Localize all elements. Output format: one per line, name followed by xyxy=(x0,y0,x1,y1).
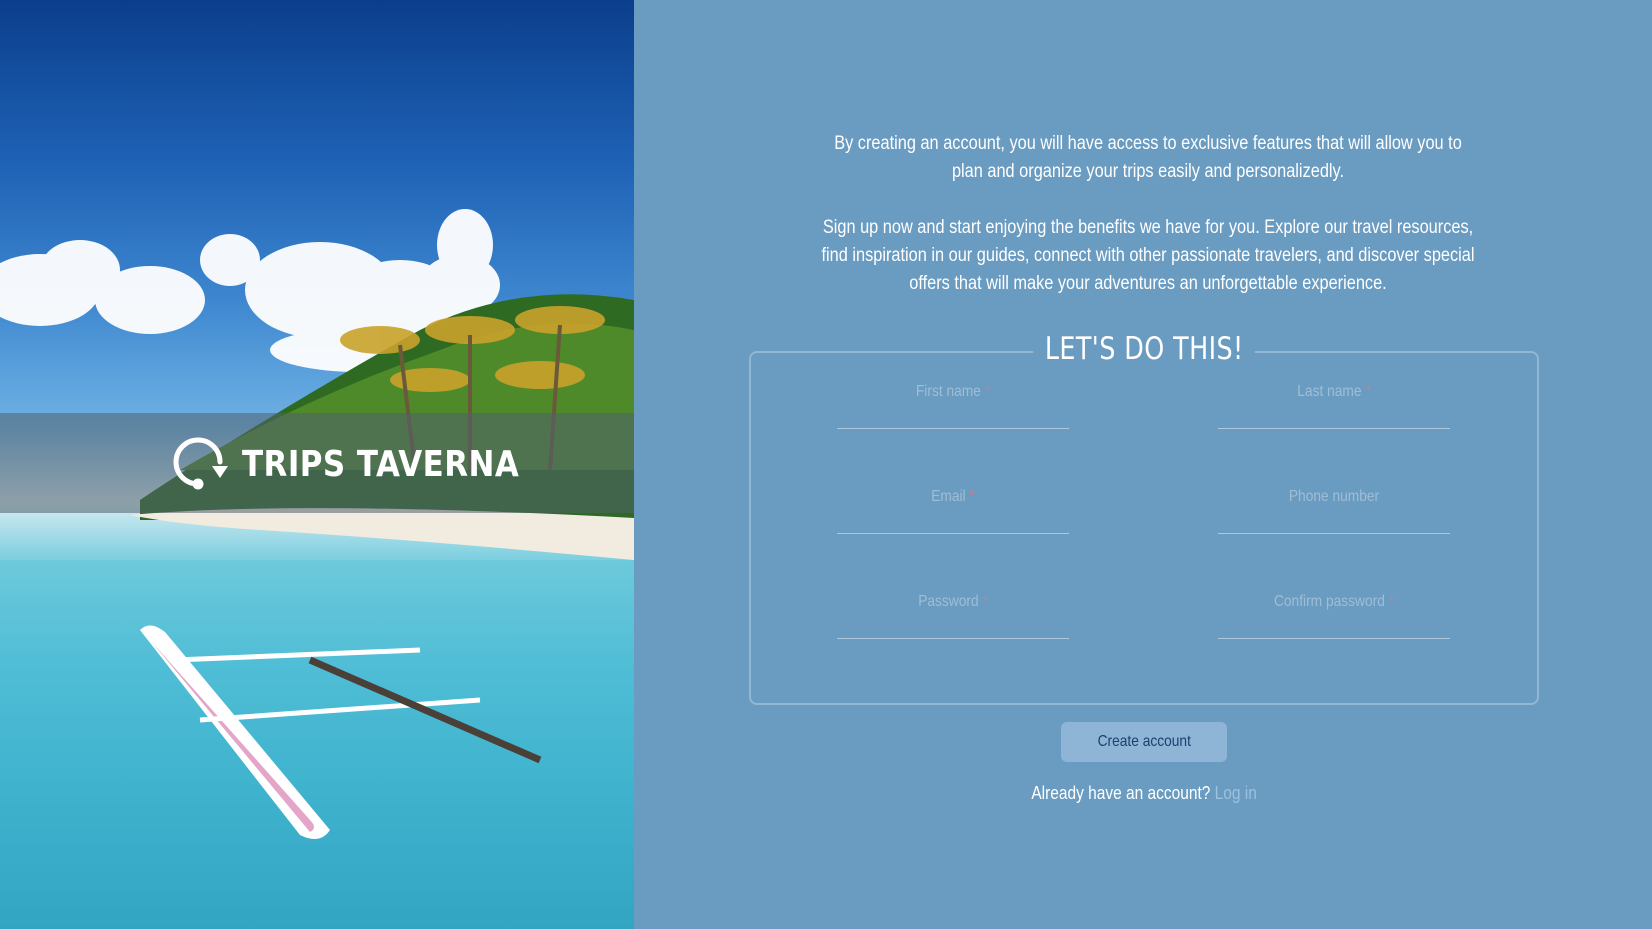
last-name-input[interactable] xyxy=(1218,405,1450,429)
required-mark: * xyxy=(982,593,988,610)
first-name-label: First name * xyxy=(853,383,1053,401)
form-title: LET'S DO THIS! xyxy=(1033,331,1255,367)
intro-paragraph-2: Sign up now and start enjoying the benef… xyxy=(821,217,1475,294)
location-loop-icon xyxy=(173,437,228,490)
brand-name: TRIPS TAVERNA xyxy=(242,443,520,485)
phone-field: Phone number xyxy=(1218,488,1450,534)
last-name-field: Last name * xyxy=(1218,383,1450,429)
password-label: Password * xyxy=(853,593,1053,611)
phone-label: Phone number xyxy=(1234,488,1434,506)
login-prompt: Already have an account? Log in xyxy=(894,783,1394,804)
brand-logo-group[interactable]: TRIPS TAVERNA xyxy=(168,432,564,496)
first-name-label-text: First name xyxy=(915,383,981,400)
email-input[interactable] xyxy=(837,510,1069,534)
form-title-wrap: LET'S DO THIS! xyxy=(894,331,1394,367)
required-mark: * xyxy=(969,488,975,505)
intro-paragraph-1: By creating an account, you will have ac… xyxy=(834,133,1462,182)
email-label-text: Email xyxy=(931,488,966,505)
password-label-text: Password xyxy=(918,593,979,610)
required-mark: * xyxy=(984,383,991,400)
email-field: Email * xyxy=(837,488,1069,534)
confirm-password-label: Confirm password * xyxy=(1234,593,1434,611)
signup-panel: By creating an account, you will have ac… xyxy=(634,0,1652,929)
first-name-field: First name * xyxy=(837,383,1069,429)
email-label: Email * xyxy=(853,488,1053,506)
first-name-input[interactable] xyxy=(837,405,1069,429)
last-name-label: Last name * xyxy=(1234,383,1434,401)
phone-input[interactable] xyxy=(1218,510,1450,534)
create-account-button[interactable]: Create account xyxy=(1061,722,1227,762)
confirm-password-label-text: Confirm password xyxy=(1273,593,1385,610)
create-account-button-label: Create account xyxy=(1097,733,1191,750)
confirm-password-input[interactable] xyxy=(1218,615,1450,639)
last-name-label-text: Last name xyxy=(1297,383,1362,400)
password-input[interactable] xyxy=(837,615,1069,639)
login-link[interactable]: Log in xyxy=(1215,783,1257,803)
required-mark: * xyxy=(1388,593,1395,610)
required-mark: * xyxy=(1365,383,1371,400)
confirm-password-field: Confirm password * xyxy=(1218,593,1450,639)
phone-label-text: Phone number xyxy=(1288,488,1380,505)
login-prompt-text: Already have an account? xyxy=(1031,783,1211,803)
hero-image: TRIPS TAVERNA xyxy=(0,0,634,929)
intro-text: By creating an account, you will have ac… xyxy=(764,130,1532,326)
password-field: Password * xyxy=(837,593,1069,639)
